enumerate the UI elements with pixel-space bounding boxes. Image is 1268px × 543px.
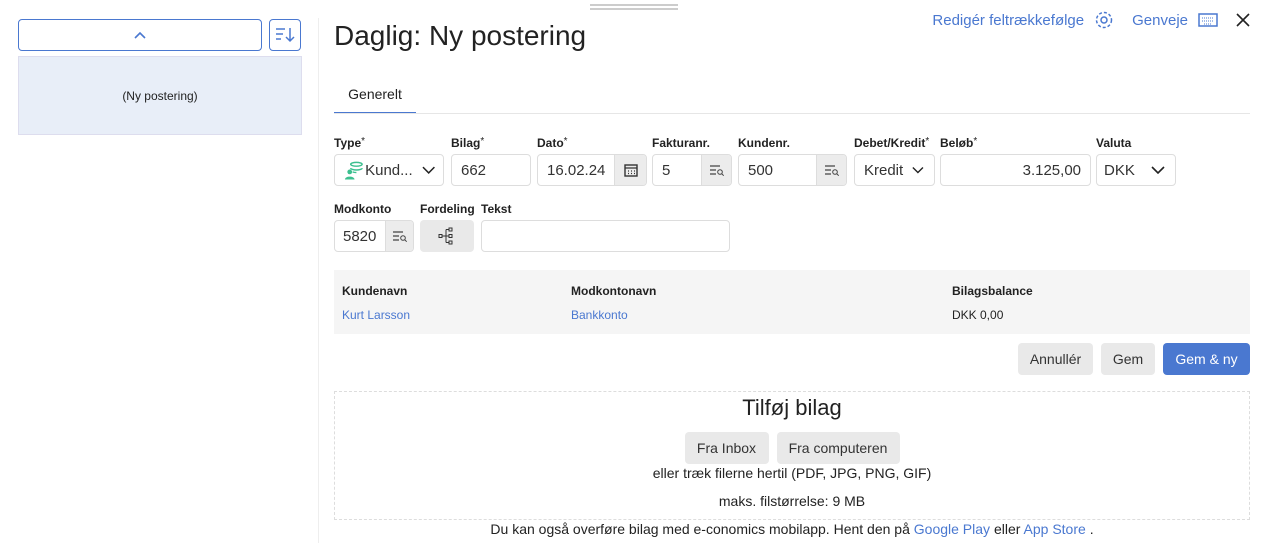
valuta-select[interactable]: DKK [1096, 154, 1176, 186]
kundenr-input[interactable]: 500 [738, 154, 847, 186]
dato-label: Dato* [537, 136, 568, 150]
edit-field-order-link[interactable]: Redigér feltrækkefølge [932, 12, 1084, 29]
tab-divider [334, 113, 1250, 114]
type-select[interactable]: Kund... [334, 154, 444, 186]
modkonto-label: Modkonto [334, 202, 392, 216]
sort-icon [276, 28, 295, 43]
app-store-link[interactable]: App Store [1024, 521, 1086, 537]
valuta-label: Valuta [1096, 136, 1132, 150]
chevron-up-icon [134, 31, 146, 39]
tekst-input[interactable] [481, 220, 730, 252]
list-search-icon [709, 165, 724, 176]
summary-panel: Kundenavn Modkontonavn Bilagsbalance Kur… [334, 270, 1250, 334]
from-computer-button[interactable]: Fra computeren [776, 432, 900, 464]
sidebar-divider [318, 18, 319, 543]
list-item[interactable]: (Ny postering) [18, 56, 302, 135]
debetkredit-select[interactable]: Kredit [854, 154, 935, 186]
list-search-icon [824, 165, 839, 176]
list-search-icon [392, 231, 407, 242]
customer-name-link[interactable]: Kurt Larsson [342, 308, 410, 322]
modkontonavn-header: Modkontonavn [571, 284, 657, 298]
debetkredit-label: Debet/Kredit* [854, 136, 930, 150]
keyboard-icon[interactable] [1198, 13, 1218, 27]
belob-input[interactable]: 3.125,00 [940, 154, 1091, 186]
fordeling-button[interactable] [420, 220, 474, 252]
fakturanr-label: Fakturanr. [652, 136, 711, 150]
drop-hint: eller træk filerne hertil (PDF, JPG, PNG… [652, 465, 932, 481]
chevron-down-icon [912, 166, 924, 174]
distribution-tree-icon [438, 227, 453, 245]
shortcuts-link[interactable]: Genveje [1132, 12, 1188, 29]
save-and-new-button[interactable]: Gem & ny [1163, 343, 1250, 375]
type-label: Type* [334, 136, 366, 150]
attach-title: Tilføj bilag [742, 395, 842, 420]
max-size: maks. filstørrelse: 9 MB [718, 493, 866, 509]
chevron-down-icon [422, 166, 435, 174]
modkonto-input[interactable]: 5820 [334, 220, 414, 252]
modkonto-lookup-button[interactable] [385, 221, 413, 251]
tekst-label: Tekst [481, 202, 512, 216]
attachment-dropzone[interactable]: Tilføj bilag Fra Inbox Fra computeren el… [334, 391, 1250, 520]
close-icon[interactable] [1236, 13, 1250, 27]
belob-label: Beløb* [940, 136, 978, 150]
calendar-icon [623, 164, 638, 177]
fordeling-label: Fordeling [420, 202, 475, 216]
kundenavn-header: Kundenavn [342, 284, 408, 298]
calendar-button[interactable] [614, 155, 646, 185]
google-play-link[interactable]: Google Play [914, 521, 990, 537]
bilagsbalance-header: Bilagsbalance [952, 284, 1033, 298]
list-item-label: (Ny postering) [122, 88, 198, 103]
fakturanr-input[interactable]: 5 [652, 154, 732, 186]
bilag-input[interactable]: 662 [451, 154, 531, 186]
bilag-label: Bilag* [451, 136, 485, 150]
sort-button[interactable] [269, 19, 301, 51]
kundenr-label: Kundenr. [738, 136, 791, 150]
collapse-list-button[interactable] [18, 19, 262, 51]
resize-handle[interactable] [590, 4, 678, 10]
fakturanr-lookup-button[interactable] [701, 155, 731, 185]
cancel-button[interactable]: Annullér [1018, 343, 1093, 375]
dato-input[interactable]: 16.02.24 [537, 154, 647, 186]
tab-generelt[interactable]: Generelt [334, 76, 416, 114]
kundenr-lookup-button[interactable] [816, 155, 846, 185]
chevron-down-icon [1151, 166, 1165, 174]
contra-account-link[interactable]: Bankkonto [571, 308, 628, 322]
from-inbox-button[interactable]: Fra Inbox [684, 432, 769, 464]
voucher-balance: DKK 0,00 [952, 308, 1004, 322]
save-button[interactable]: Gem [1101, 343, 1155, 375]
customer-type-icon [344, 161, 363, 180]
mobile-app-note: Du kan også overføre bilag med e-conomic… [490, 521, 1094, 537]
gear-icon[interactable] [1094, 10, 1114, 30]
page-title: Daglig: Ny postering [334, 20, 587, 51]
